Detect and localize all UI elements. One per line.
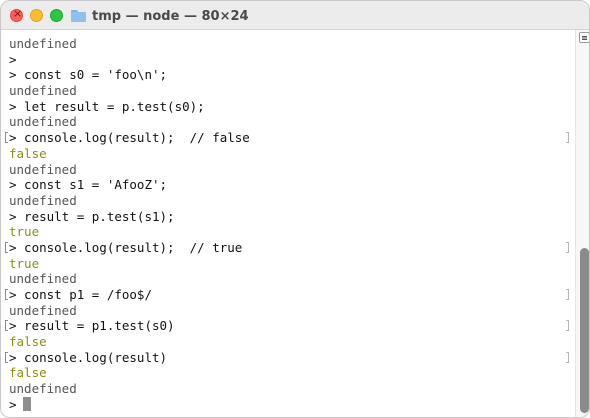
command-mark-right	[566, 132, 569, 144]
output-line: true	[9, 256, 575, 272]
output-line: false	[9, 146, 575, 162]
command-mark-left	[5, 241, 8, 253]
prompt-line: > console.log(result); // true	[5, 239, 575, 256]
output-line: false	[9, 365, 575, 381]
window-title: tmp — node — 80×24	[92, 8, 249, 24]
output-line: undefined	[9, 271, 575, 287]
line-text: >	[9, 396, 17, 412]
output-line: undefined	[9, 162, 575, 178]
prompt-line: > console.log(result)	[5, 349, 575, 366]
line-text: true	[9, 255, 40, 271]
command-mark-left	[5, 351, 8, 363]
command-mark-left	[5, 132, 8, 144]
prompt-line: >	[9, 52, 575, 68]
command-mark-left	[5, 289, 8, 300]
line-text: true	[9, 224, 40, 240]
line-text: > console.log(result)	[9, 349, 168, 365]
marks-menu-icon[interactable]	[579, 32, 589, 43]
output-line: undefined	[9, 114, 575, 130]
prompt-line: > const p1 = /foo$/	[5, 287, 575, 303]
output-line: undefined	[9, 83, 575, 99]
prompt-line: >	[9, 397, 575, 413]
line-text: > let result = p.test(s0);	[9, 98, 205, 114]
window-title-group: tmp — node — 80×24	[71, 7, 249, 25]
prompt-line: > result = p1.test(s0)	[5, 318, 575, 334]
terminal-output[interactable]: undefined > > const s0 = 'foo\n'; undefined…	[1, 31, 575, 417]
output-line: undefined	[9, 303, 575, 319]
prompt-line: > const s1 = 'AfooZ';	[9, 177, 575, 193]
output-line: true	[9, 224, 575, 240]
line-text: > result = p1.test(s0)	[9, 318, 175, 334]
line-text: undefined	[9, 302, 77, 318]
line-text: false	[9, 365, 47, 381]
folder-icon	[71, 10, 86, 22]
command-mark-right	[566, 241, 569, 253]
scrollbar-thumb[interactable]	[580, 248, 589, 413]
minimize-button[interactable]	[30, 9, 43, 22]
prompt-line: > result = p.test(s1);	[9, 209, 575, 225]
line-text: undefined	[9, 36, 77, 51]
prompt-line: > let result = p.test(s0);	[9, 99, 575, 115]
output-line: undefined	[9, 381, 575, 397]
maximize-button[interactable]	[50, 9, 63, 22]
line-text: > const p1 = /foo$/	[9, 287, 152, 302]
line-text: false	[9, 334, 47, 350]
prompt-line: > console.log(result); // false	[5, 130, 575, 146]
line-text: undefined	[9, 381, 77, 397]
command-mark-right	[566, 289, 569, 300]
line-text: false	[9, 145, 47, 161]
line-text: > result = p.test(s1);	[9, 208, 175, 224]
line-text: undefined	[9, 83, 77, 99]
output-line: undefined	[9, 193, 575, 209]
scrollbar[interactable]	[575, 30, 589, 417]
line-text: > const s0 = 'foo\n';	[9, 67, 168, 83]
terminal-window: tmp — node — 80×24 undefined>> const s0 …	[0, 0, 590, 418]
line-text: > console.log(result); // false	[9, 130, 250, 146]
command-mark-right	[566, 320, 569, 332]
output-line: false	[9, 334, 575, 350]
close-button[interactable]	[10, 7, 23, 22]
line-text: undefined	[9, 114, 77, 130]
title-bar[interactable]: tmp — node — 80×24	[1, 1, 589, 30]
prompt-line: > const s0 = 'foo\n';	[9, 67, 575, 83]
line-text: > console.log(result); // true	[9, 239, 243, 255]
line-text: > const s1 = 'AfooZ';	[9, 177, 168, 193]
line-text: undefined	[9, 192, 77, 208]
output-line: undefined	[9, 36, 575, 52]
text-cursor	[22, 397, 31, 412]
command-mark-left	[5, 320, 8, 332]
line-text: undefined	[9, 271, 77, 287]
line-text: undefined	[9, 161, 77, 177]
line-text: >	[9, 51, 17, 67]
command-mark-right	[566, 351, 569, 363]
